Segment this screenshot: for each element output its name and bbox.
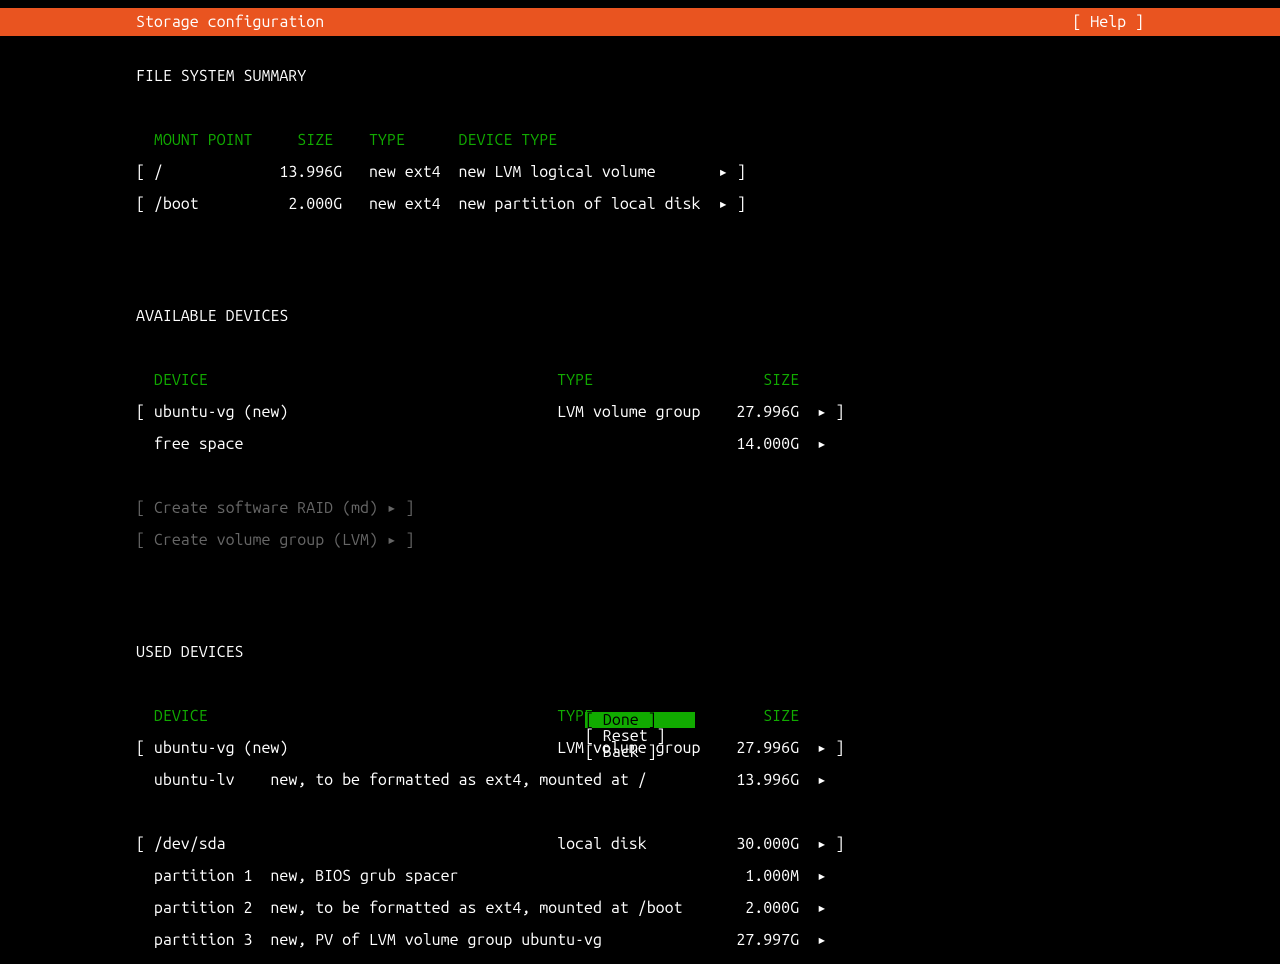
- used-row-dev-sda[interactable]: [ /dev/sda local disk 30.000G ▸ ]: [136, 836, 1144, 852]
- used-title: USED DEVICES: [136, 644, 1144, 660]
- back-button[interactable]: [ Back ]: [585, 744, 695, 760]
- footer-buttons: [ Done ] [ Reset ] [ Back ]: [0, 712, 1280, 760]
- used-row-ubuntu-lv[interactable]: ubuntu-lv new, to be formatted as ext4, …: [136, 772, 1144, 788]
- fss-columns: MOUNT POINT SIZE TYPE DEVICE TYPE: [136, 132, 1144, 148]
- avail-row-ubuntu-vg[interactable]: [ ubuntu-vg (new) LVM volume group 27.99…: [136, 404, 1144, 420]
- fss-row-boot[interactable]: [ /boot 2.000G new ext4 new partition of…: [136, 196, 1144, 212]
- create-raid-button[interactable]: [ Create software RAID (md) ▸ ]: [136, 500, 1144, 516]
- used-row-partition-3[interactable]: partition 3 new, PV of LVM volume group …: [136, 932, 1144, 948]
- avail-row-free-space[interactable]: free space 14.000G ▸: [136, 436, 1144, 452]
- fss-row-root[interactable]: [ / 13.996G new ext4 new LVM logical vol…: [136, 164, 1144, 180]
- avail-columns: DEVICE TYPE SIZE: [136, 372, 1144, 388]
- used-row-partition-2[interactable]: partition 2 new, to be formatted as ext4…: [136, 900, 1144, 916]
- fss-title: FILE SYSTEM SUMMARY: [136, 68, 1144, 84]
- page-title: Storage configuration: [136, 13, 324, 31]
- done-button[interactable]: [ Done ]: [585, 712, 695, 728]
- header-bar: Storage configuration [ Help ]: [0, 8, 1280, 36]
- help-button[interactable]: [ Help ]: [1072, 13, 1144, 31]
- reset-button[interactable]: [ Reset ]: [585, 728, 695, 744]
- create-lvm-button[interactable]: [ Create volume group (LVM) ▸ ]: [136, 532, 1144, 548]
- avail-title: AVAILABLE DEVICES: [136, 308, 1144, 324]
- used-row-partition-1[interactable]: partition 1 new, BIOS grub spacer 1.000M…: [136, 868, 1144, 884]
- content-area: FILE SYSTEM SUMMARY MOUNT POINT SIZE TYP…: [0, 36, 1280, 964]
